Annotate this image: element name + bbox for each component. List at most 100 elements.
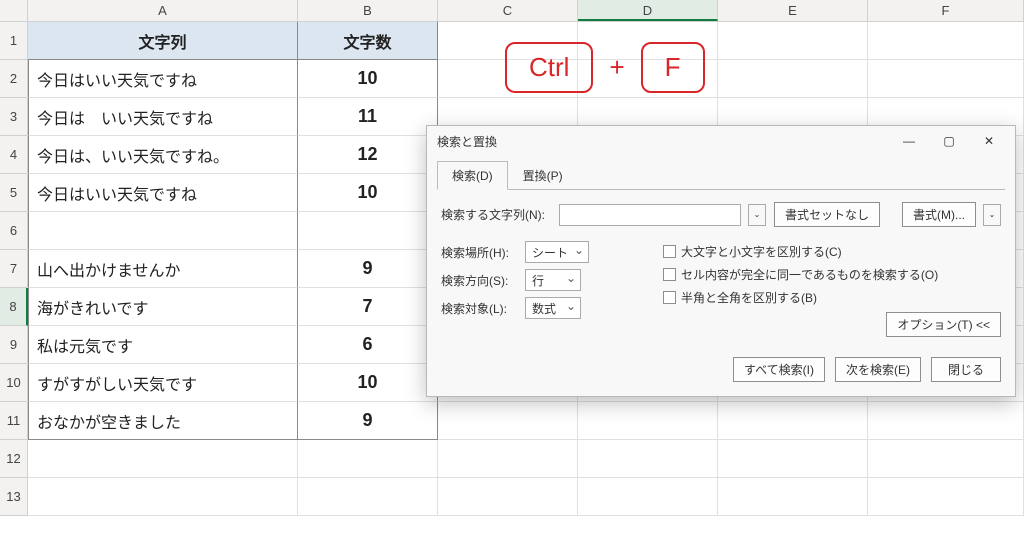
exact-checkbox[interactable] — [663, 268, 676, 281]
close-icon[interactable]: ✕ — [969, 127, 1009, 155]
find-input[interactable] — [559, 204, 741, 226]
dialog-body: 検索する文字列(N): ⌄ 書式セットなし 書式(M)... ⌄ 検索場所(H)… — [427, 190, 1015, 347]
row-header[interactable]: 5 — [0, 174, 28, 212]
cell[interactable] — [298, 212, 438, 250]
cell[interactable]: おなかが空きました — [28, 402, 298, 440]
format-none-button[interactable]: 書式セットなし — [774, 202, 880, 227]
target-label: 検索対象(L): — [441, 300, 519, 317]
cell[interactable]: 今日は、いい天気ですね。 — [28, 136, 298, 174]
cell[interactable]: 海がきれいです — [28, 288, 298, 326]
close-button[interactable]: 閉じる — [931, 357, 1001, 382]
find-replace-dialog: 検索と置換 ― ▢ ✕ 検索(D) 置換(P) 検索する文字列(N): ⌄ 書式… — [426, 125, 1016, 397]
select-all-corner[interactable] — [0, 0, 28, 21]
column-header-e[interactable]: E — [718, 0, 868, 21]
cell[interactable] — [718, 60, 868, 98]
scope-select[interactable]: シート — [525, 241, 589, 263]
width-checkbox[interactable] — [663, 291, 676, 304]
cell[interactable] — [28, 478, 298, 516]
cell[interactable] — [578, 440, 718, 478]
find-history-dropdown[interactable]: ⌄ — [748, 204, 766, 226]
shortcut-annotation: Ctrl + F — [505, 42, 705, 93]
cell[interactable] — [298, 440, 438, 478]
format-button[interactable]: 書式(M)... — [902, 202, 976, 227]
maximize-button[interactable]: ▢ — [929, 127, 969, 155]
cell[interactable]: 9 — [298, 402, 438, 440]
cell[interactable]: 6 — [298, 326, 438, 364]
direction-label: 検索方向(S): — [441, 272, 519, 289]
column-header-a[interactable]: A — [28, 0, 298, 21]
cell[interactable]: 10 — [298, 364, 438, 402]
row-header[interactable]: 12 — [0, 440, 28, 478]
plus-sign: + — [609, 52, 624, 83]
column-header-f[interactable]: F — [868, 0, 1024, 21]
row-header[interactable]: 7 — [0, 250, 28, 288]
exact-label: セル内容が完全に同一であるものを検索する(O) — [681, 266, 938, 283]
row-header[interactable]: 1 — [0, 22, 28, 60]
tab-replace[interactable]: 置換(P) — [508, 161, 578, 190]
find-next-button[interactable]: 次を検索(E) — [835, 357, 921, 382]
row-header[interactable]: 3 — [0, 98, 28, 136]
cell[interactable] — [298, 478, 438, 516]
cell[interactable]: 11 — [298, 98, 438, 136]
row-header[interactable]: 13 — [0, 478, 28, 516]
cell[interactable] — [868, 440, 1024, 478]
cell[interactable] — [28, 212, 298, 250]
minimize-button[interactable]: ― — [889, 127, 929, 155]
cell[interactable]: 10 — [298, 174, 438, 212]
options-button[interactable]: オプション(T) << — [886, 312, 1001, 337]
cell[interactable] — [28, 440, 298, 478]
key-ctrl: Ctrl — [505, 42, 593, 93]
cell[interactable] — [868, 60, 1024, 98]
row-header[interactable]: 11 — [0, 402, 28, 440]
cell[interactable]: 今日はいい天気ですね — [28, 174, 298, 212]
cell[interactable] — [718, 478, 868, 516]
cell[interactable]: すがすがしい天気です — [28, 364, 298, 402]
cell[interactable]: 10 — [298, 60, 438, 98]
key-f: F — [641, 42, 705, 93]
row-header[interactable]: 8 — [0, 288, 28, 326]
cell[interactable] — [578, 402, 718, 440]
cell[interactable]: 文字数 — [298, 22, 438, 60]
find-label: 検索する文字列(N): — [441, 206, 551, 223]
tab-find[interactable]: 検索(D) — [437, 161, 508, 190]
cell[interactable]: 9 — [298, 250, 438, 288]
dialog-footer: すべて検索(I) 次を検索(E) 閉じる — [427, 347, 1015, 396]
case-checkbox[interactable] — [663, 245, 676, 258]
row-header[interactable]: 6 — [0, 212, 28, 250]
cell[interactable]: 私は元気です — [28, 326, 298, 364]
row-header[interactable]: 2 — [0, 60, 28, 98]
cell[interactable] — [438, 478, 578, 516]
dialog-title: 検索と置換 — [437, 133, 889, 150]
cell[interactable]: 今日はいい天気ですね — [28, 60, 298, 98]
width-label: 半角と全角を区別する(B) — [681, 289, 817, 306]
row-header[interactable]: 9 — [0, 326, 28, 364]
target-select[interactable]: 数式 — [525, 297, 581, 319]
cell[interactable] — [868, 478, 1024, 516]
cell[interactable]: 7 — [298, 288, 438, 326]
cell[interactable] — [718, 440, 868, 478]
column-header-b[interactable]: B — [298, 0, 438, 21]
cell[interactable] — [718, 22, 868, 60]
cell[interactable] — [718, 402, 868, 440]
row-header[interactable]: 10 — [0, 364, 28, 402]
dialog-titlebar[interactable]: 検索と置換 ― ▢ ✕ — [427, 126, 1015, 156]
cell[interactable] — [868, 402, 1024, 440]
format-dropdown[interactable]: ⌄ — [983, 204, 1001, 226]
case-label: 大文字と小文字を区別する(C) — [681, 243, 842, 260]
cell[interactable]: 文字列 — [28, 22, 298, 60]
cell[interactable]: 12 — [298, 136, 438, 174]
cell[interactable]: 今日は いい天気ですね — [28, 98, 298, 136]
column-headers-row: A B C D E F — [0, 0, 1024, 22]
cell[interactable] — [438, 440, 578, 478]
dialog-tabs: 検索(D) 置換(P) — [427, 156, 1015, 189]
row-header[interactable]: 4 — [0, 136, 28, 174]
column-header-c[interactable]: C — [438, 0, 578, 21]
cell[interactable] — [438, 402, 578, 440]
cell[interactable] — [868, 22, 1024, 60]
scope-label: 検索場所(H): — [441, 244, 519, 261]
column-header-d[interactable]: D — [578, 0, 718, 21]
cell[interactable]: 山へ出かけませんか — [28, 250, 298, 288]
direction-select[interactable]: 行 — [525, 269, 581, 291]
find-all-button[interactable]: すべて検索(I) — [733, 357, 825, 382]
cell[interactable] — [578, 478, 718, 516]
